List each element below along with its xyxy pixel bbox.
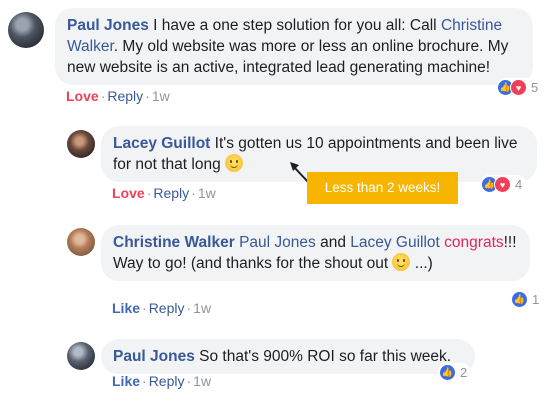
avatar-lacey-guillot[interactable] — [67, 130, 95, 158]
timestamp[interactable]: 1w — [152, 88, 170, 104]
timestamp[interactable]: 1w — [193, 373, 211, 389]
comment-actions: Love · Reply · 1w — [112, 185, 216, 201]
reaction-count: 4 — [515, 177, 523, 192]
thumbs-up-icon: 👍 — [439, 364, 456, 381]
reaction-count: 5 — [531, 80, 539, 95]
reaction-summary[interactable]: 👍 ♥ 5 — [496, 78, 543, 97]
comment-text: So that's 900% ROI so far this week. — [194, 348, 452, 365]
smile-emoji-icon — [225, 154, 244, 172]
comment-actions: Like · Reply · 1w — [112, 300, 212, 316]
timestamp[interactable]: 1w — [193, 300, 211, 316]
comment-author[interactable]: Christine Walker — [113, 234, 235, 251]
comment-author[interactable]: Paul Jones — [113, 348, 195, 365]
reaction-summary[interactable]: 👍 1 — [510, 290, 544, 309]
reply-button[interactable]: Reply — [107, 88, 143, 104]
avatar-paul-jones[interactable] — [67, 342, 95, 370]
callout-annotation: Less than 2 weeks! — [307, 172, 458, 204]
like-button[interactable]: Like — [112, 373, 140, 389]
timestamp[interactable]: 1w — [198, 185, 216, 201]
reaction-summary[interactable]: 👍 ♥ 4 — [480, 175, 527, 194]
comment-text: and — [315, 234, 351, 251]
like-button[interactable]: Like — [112, 300, 140, 316]
comment-actions: Love · Reply · 1w — [66, 88, 170, 104]
love-button[interactable]: Love — [112, 185, 145, 201]
reply-button[interactable]: Reply — [153, 185, 189, 201]
comment-author[interactable]: Paul Jones — [67, 17, 149, 34]
comment-author[interactable]: Lacey Guillot — [113, 135, 210, 152]
comment-bubble-1: Paul Jones I have a one step solution fo… — [55, 8, 533, 85]
avatar-christine-walker[interactable] — [67, 228, 95, 256]
mention-link[interactable]: Lacey Guillot — [350, 234, 440, 251]
reaction-count: 2 — [460, 365, 468, 380]
smile-emoji-icon — [392, 253, 411, 271]
reaction-count: 1 — [532, 292, 540, 307]
reply-button[interactable]: Reply — [149, 300, 185, 316]
comment-text: I have a one step solution for you all: … — [148, 17, 441, 34]
heart-icon: ♥ — [510, 79, 527, 96]
mention-link[interactable]: Paul Jones — [239, 234, 316, 251]
love-button[interactable]: Love — [66, 88, 99, 104]
comment-text: ...) — [414, 255, 433, 272]
comment-bubble-3: Christine Walker Paul Jones and Lacey Gu… — [101, 225, 530, 281]
thumbs-up-icon: 👍 — [511, 291, 528, 308]
reaction-summary[interactable]: 👍 2 — [438, 363, 472, 382]
highlight-word: congrats — [444, 234, 504, 251]
heart-icon: ♥ — [494, 176, 511, 193]
comment-text: . My old website was more or less an onl… — [67, 38, 509, 76]
comment-actions: Like · Reply · 1w — [112, 373, 212, 389]
avatar-paul-jones[interactable] — [8, 12, 44, 48]
comment-bubble-4: Paul Jones So that's 900% ROI so far thi… — [101, 339, 475, 374]
reply-button[interactable]: Reply — [149, 373, 185, 389]
